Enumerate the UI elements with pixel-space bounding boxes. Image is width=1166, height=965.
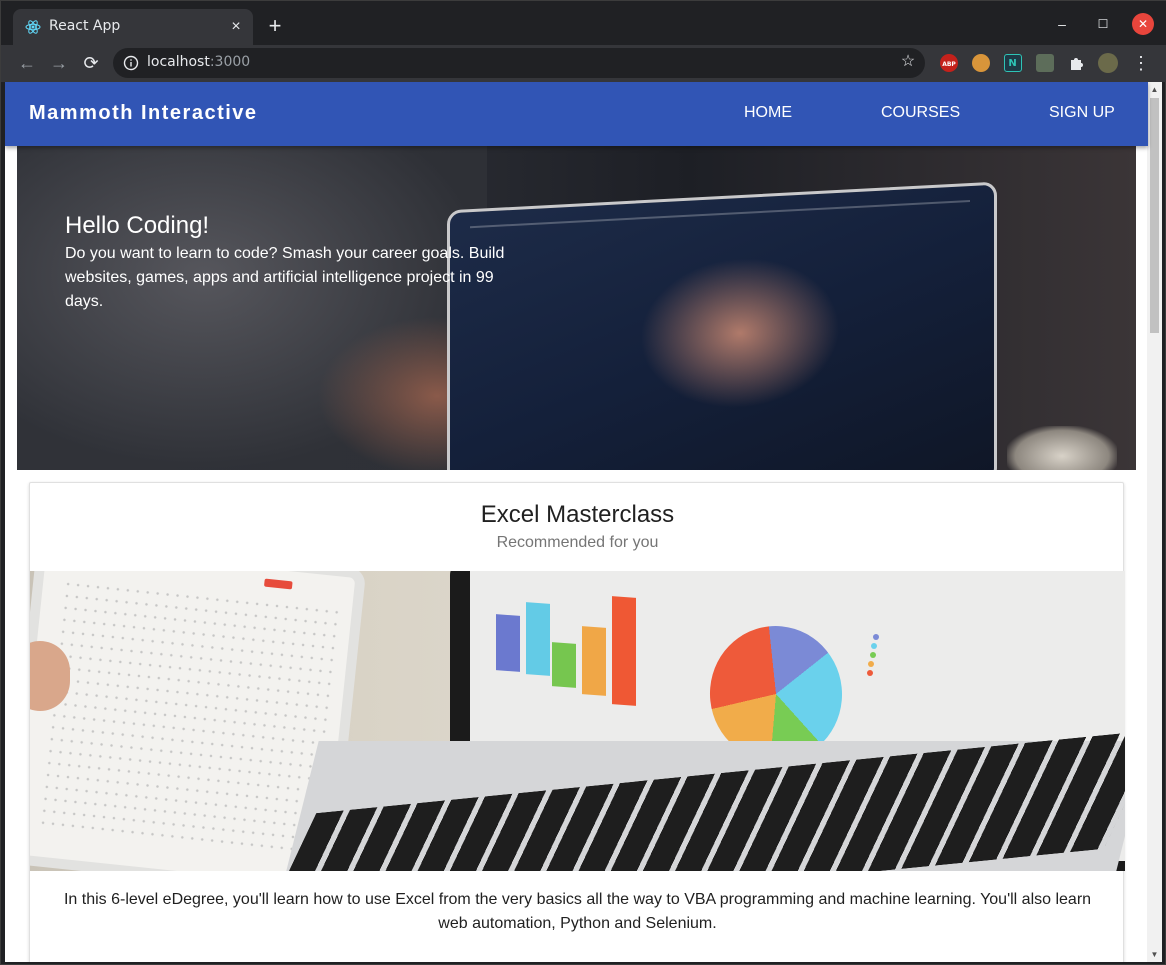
browser-tab[interactable]: React App × — [13, 9, 253, 45]
browser-toolbar: ← → ⟳ localhost:3000 ☆ ABP N ⋮ — [1, 45, 1166, 82]
legend-dot — [871, 643, 877, 649]
new-tab-button[interactable]: + — [263, 15, 287, 39]
legend-dot — [870, 652, 876, 658]
screen-bar — [496, 614, 520, 672]
n-icon[interactable]: N — [1004, 54, 1022, 72]
nav-home[interactable]: HOME — [744, 104, 792, 122]
nav-sign-up[interactable]: SIGN UP — [1049, 104, 1115, 122]
page-scrollbar[interactable]: ▲ ▼ — [1147, 82, 1162, 962]
legend-dot — [873, 634, 879, 640]
calendar-grid — [37, 577, 343, 856]
tab-close-icon[interactable]: × — [227, 18, 245, 36]
hero-banner: Hello Coding! Do you want to learn to co… — [17, 146, 1136, 470]
laptop-menubar — [470, 200, 970, 229]
page-viewport: Mammoth Interactive HOME COURSES SIGN UP… — [5, 82, 1162, 962]
browser-menu-icon[interactable]: ⋮ — [1129, 51, 1153, 75]
browser-window: React App × + – ☐ ✕ ← → ⟳ localhost:3000… — [0, 0, 1166, 965]
screen-bar — [582, 626, 606, 696]
bookmark-star-icon[interactable]: ☆ — [899, 53, 917, 71]
extension-icon[interactable] — [1036, 54, 1054, 72]
brand-logo-text[interactable]: Mammoth Interactive — [29, 102, 258, 125]
hero-title: Hello Coding! — [65, 212, 210, 239]
hero-lamp-image — [1007, 426, 1117, 470]
puzzle-icon[interactable] — [1068, 54, 1086, 72]
tab-title: React App — [49, 18, 121, 34]
tab-strip: React App × + – ☐ ✕ — [1, 1, 1166, 45]
legend-dot — [867, 670, 873, 676]
url-host: localhost — [147, 54, 210, 70]
url-text: localhost:3000 — [147, 54, 250, 70]
card-title: Excel Masterclass — [480, 501, 675, 528]
back-button[interactable]: ← — [15, 51, 39, 75]
card-image — [30, 571, 1125, 871]
url-port: :3000 — [209, 54, 251, 70]
hero-text: Do you want to learn to code? Smash your… — [65, 245, 505, 310]
nav-courses[interactable]: COURSES — [881, 104, 960, 122]
legend-dot — [868, 661, 874, 667]
card-description: In this 6-level eDegree, you'll learn ho… — [63, 891, 1092, 932]
screen-bar — [612, 596, 636, 706]
scroll-up-arrow-icon[interactable]: ▲ — [1147, 82, 1162, 97]
course-card[interactable]: Excel Masterclass Recommended for you In… — [29, 482, 1125, 962]
maximize-button[interactable]: ☐ — [1091, 13, 1115, 37]
scroll-thumb[interactable] — [1150, 98, 1159, 333]
card-subtitle: Recommended for you — [496, 534, 659, 551]
react-icon — [25, 20, 41, 34]
app-bar: Mammoth Interactive HOME COURSES SIGN UP — [5, 82, 1148, 146]
screen-bar — [552, 642, 576, 688]
calendar-highlight — [263, 578, 293, 590]
forward-button[interactable]: → — [47, 51, 71, 75]
close-window-button[interactable]: ✕ — [1132, 13, 1154, 35]
scroll-down-arrow-icon[interactable]: ▼ — [1147, 947, 1162, 962]
adblock-icon[interactable]: ABP — [940, 54, 958, 72]
profile-avatar[interactable] — [1098, 53, 1118, 73]
address-bar[interactable]: localhost:3000 ☆ — [113, 48, 925, 78]
laptop-reflection — [640, 252, 840, 414]
reload-button[interactable]: ⟳ — [79, 51, 103, 75]
screen-bar — [526, 602, 550, 676]
hero-laptop-image — [447, 181, 997, 470]
svg-text:ABP: ABP — [942, 61, 956, 68]
cookie-icon[interactable] — [972, 54, 990, 72]
minimize-button[interactable]: – — [1050, 13, 1074, 37]
svg-text:N: N — [1008, 58, 1016, 69]
info-icon[interactable] — [123, 55, 139, 71]
